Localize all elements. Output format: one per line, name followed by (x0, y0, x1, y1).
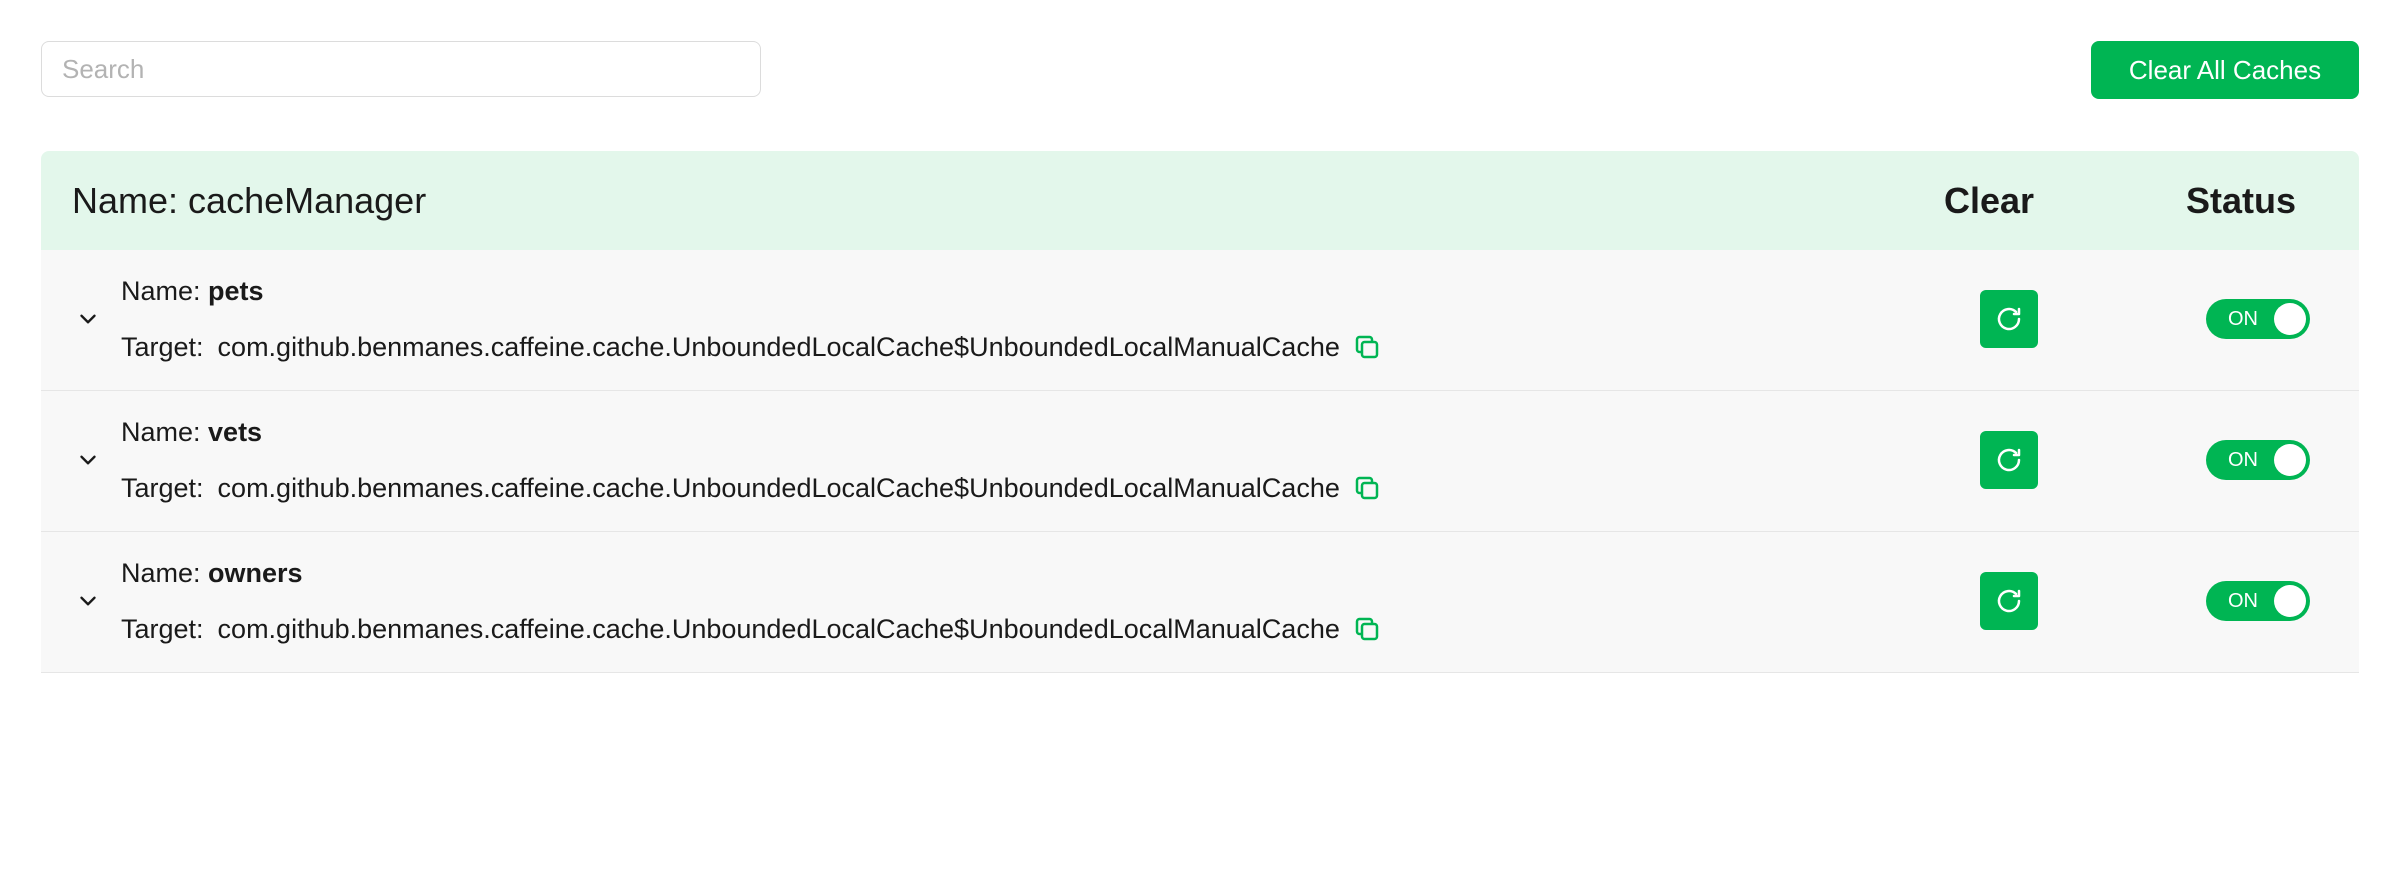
cache-name: Name: owners (121, 558, 303, 589)
chevron-down-icon[interactable] (75, 447, 101, 473)
cache-row: Name: owners Target: com.github.benmanes.… (41, 532, 2359, 673)
cache-row: Name: pets Target: com.github.benmanes.ca… (41, 250, 2359, 391)
table-header: Name: cacheManager Clear Status (41, 151, 2359, 250)
target-value: com.github.benmanes.caffeine.cache.Unbou… (217, 473, 1340, 503)
copy-icon[interactable] (1352, 614, 1382, 644)
target-label: Target: (121, 332, 204, 362)
cache-name-prefix: Name: (121, 276, 209, 306)
clear-column-header: Clear (1943, 180, 2035, 221)
toggle-label: ON (2228, 590, 2258, 612)
cache-manager-title: Name: cacheManager (72, 151, 426, 250)
refresh-icon (1997, 448, 2021, 472)
status-toggle[interactable]: ON (2206, 440, 2310, 480)
target-label: Target: (121, 614, 204, 644)
toggle-label: ON (2228, 449, 2258, 471)
toggle-knob (2274, 585, 2306, 617)
status-column-header: Status (2185, 180, 2297, 221)
cache-manager-name: cacheManager (188, 180, 427, 221)
status-toggle[interactable]: ON (2206, 299, 2310, 339)
cache-target: Target: com.github.benmanes.caffeine.cach… (121, 473, 1382, 505)
cache-row: Name: vets Target: com.github.benmanes.ca… (41, 391, 2359, 532)
toggle-knob (2274, 303, 2306, 335)
chevron-down-icon[interactable] (75, 588, 101, 614)
cache-name: Name: vets (121, 417, 262, 448)
status-toggle[interactable]: ON (2206, 581, 2310, 621)
clear-all-caches-button[interactable]: Clear All Caches (2091, 41, 2359, 99)
search-input[interactable] (41, 41, 761, 97)
refresh-icon (1997, 307, 2021, 331)
toggle-label: ON (2228, 308, 2258, 330)
copy-icon[interactable] (1352, 332, 1382, 362)
target-value: com.github.benmanes.caffeine.cache.Unbou… (217, 332, 1340, 362)
clear-cache-button[interactable] (1980, 431, 2038, 489)
cache-name-prefix: Name: (121, 558, 209, 588)
cache-name-value: pets (208, 276, 264, 306)
toggle-knob (2274, 444, 2306, 476)
refresh-icon (1997, 589, 2021, 613)
cache-name-prefix: Name: (121, 417, 209, 447)
cache-target: Target: com.github.benmanes.caffeine.cach… (121, 332, 1382, 364)
clear-cache-button[interactable] (1980, 290, 2038, 348)
cache-name: Name: pets (121, 276, 264, 307)
chevron-down-icon[interactable] (75, 306, 101, 332)
copy-icon[interactable] (1352, 473, 1382, 503)
clear-cache-button[interactable] (1980, 572, 2038, 630)
target-value: com.github.benmanes.caffeine.cache.Unbou… (217, 614, 1340, 644)
cache-target: Target: com.github.benmanes.caffeine.cach… (121, 614, 1382, 646)
cache-management-page: Clear All Caches Name: cacheManager Clea… (0, 0, 2384, 893)
cache-name-value: owners (208, 558, 303, 588)
cache-table: Name: cacheManager Clear Status Name: pe… (41, 151, 2359, 673)
cache-manager-title-prefix: Name: (72, 180, 189, 221)
target-label: Target: (121, 473, 204, 503)
cache-name-value: vets (208, 417, 263, 447)
